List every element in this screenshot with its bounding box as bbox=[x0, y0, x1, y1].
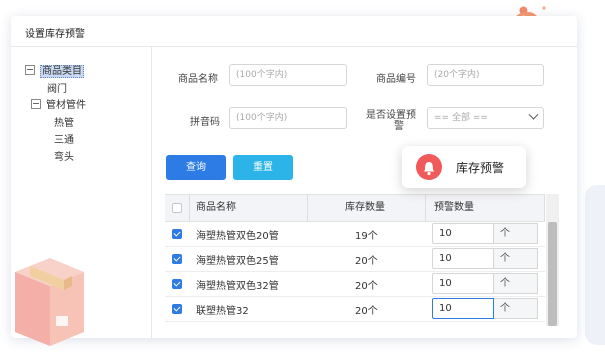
panel-header bbox=[11, 16, 577, 47]
product-name-label: 商品名称 bbox=[178, 74, 218, 85]
table-row: 海塑热管双色20管 19个 个 bbox=[165, 221, 545, 247]
header-alert-qty: 预警数量 bbox=[434, 202, 474, 213]
alert-qty-input[interactable] bbox=[432, 248, 494, 269]
column-divider bbox=[189, 195, 190, 221]
tree-node-pipes[interactable]: 管材管件 bbox=[31, 99, 86, 113]
column-divider bbox=[425, 195, 426, 221]
row-stock: 20个 bbox=[355, 256, 378, 267]
tree-item-hot-pipe[interactable]: 热管 bbox=[54, 117, 74, 131]
row-checkbox[interactable] bbox=[172, 279, 182, 289]
package-box-icon bbox=[15, 258, 84, 346]
query-button[interactable]: 查询 bbox=[166, 155, 226, 180]
panel-title: 设置库存预警 bbox=[25, 29, 85, 40]
alert-qty-input[interactable] bbox=[432, 273, 494, 294]
collapse-icon[interactable] bbox=[25, 65, 35, 75]
alert-label-line1: 是否设置预 bbox=[366, 110, 416, 121]
bell-icon bbox=[416, 154, 442, 180]
table-row: 联塑热管32 20个 个 bbox=[165, 296, 545, 322]
row-stock: 19个 bbox=[355, 231, 378, 242]
header-stock: 库存数量 bbox=[345, 202, 385, 213]
table-header: 商品名称 库存数量 预警数量 bbox=[165, 194, 545, 222]
alert-setting-select[interactable]: == 全部 == bbox=[427, 107, 544, 129]
unit-label: 个 bbox=[494, 223, 538, 244]
product-code-input[interactable] bbox=[427, 64, 544, 86]
alert-select-value: == 全部 == bbox=[434, 113, 488, 123]
alert-setting-label: 是否设置预 警 bbox=[366, 110, 416, 132]
row-product-name: 海塑热管双色25管 bbox=[196, 256, 279, 267]
toast-text: 库存预警 bbox=[456, 161, 505, 175]
table-row: 海塑热管双色32管 20个 个 bbox=[165, 271, 545, 297]
tree-item-pipes-label: 管材管件 bbox=[46, 100, 86, 111]
unit-label: 个 bbox=[494, 273, 538, 294]
row-product-name: 联塑热管32 bbox=[196, 306, 249, 317]
tree-node-root[interactable]: 商品类目 bbox=[25, 65, 84, 79]
alert-qty-input[interactable] bbox=[432, 298, 494, 319]
product-name-input[interactable] bbox=[229, 64, 347, 86]
header-product-name: 商品名称 bbox=[196, 202, 236, 213]
chevron-down-icon bbox=[528, 109, 539, 120]
select-all-checkbox[interactable] bbox=[172, 203, 182, 213]
row-checkbox[interactable] bbox=[172, 229, 182, 239]
row-stock: 20个 bbox=[355, 281, 378, 292]
background-shape bbox=[585, 185, 605, 345]
row-checkbox[interactable] bbox=[172, 304, 182, 314]
column-divider bbox=[307, 195, 308, 221]
tree-item-elbow[interactable]: 弯头 bbox=[54, 151, 74, 165]
row-stock: 20个 bbox=[355, 306, 378, 317]
pinyin-label: 拼音码 bbox=[190, 117, 220, 128]
tree-item-tee[interactable]: 三通 bbox=[54, 134, 74, 148]
alert-qty-input[interactable] bbox=[432, 223, 494, 244]
row-checkbox[interactable] bbox=[172, 254, 182, 264]
product-code-label: 商品编号 bbox=[376, 74, 416, 85]
tree-item-valve[interactable]: 阀门 bbox=[47, 83, 67, 97]
row-product-name: 海塑热管双色32管 bbox=[196, 281, 279, 292]
table-row: 海塑热管双色25管 20个 个 bbox=[165, 246, 545, 272]
unit-label: 个 bbox=[494, 298, 538, 319]
collapse-icon[interactable] bbox=[31, 99, 41, 109]
column-divider bbox=[544, 195, 545, 221]
scrollbar-thumb[interactable] bbox=[548, 222, 557, 326]
row-product-name: 海塑热管双色20管 bbox=[196, 231, 279, 242]
pinyin-input[interactable] bbox=[229, 107, 347, 129]
tree-root-label: 商品类目 bbox=[40, 65, 84, 78]
alert-label-line2: 警 bbox=[394, 121, 404, 132]
stock-alert-toast: 库存预警 bbox=[402, 146, 526, 188]
table-scrollbar[interactable] bbox=[546, 194, 559, 326]
reset-button[interactable]: 重置 bbox=[233, 155, 293, 180]
unit-label: 个 bbox=[494, 248, 538, 269]
